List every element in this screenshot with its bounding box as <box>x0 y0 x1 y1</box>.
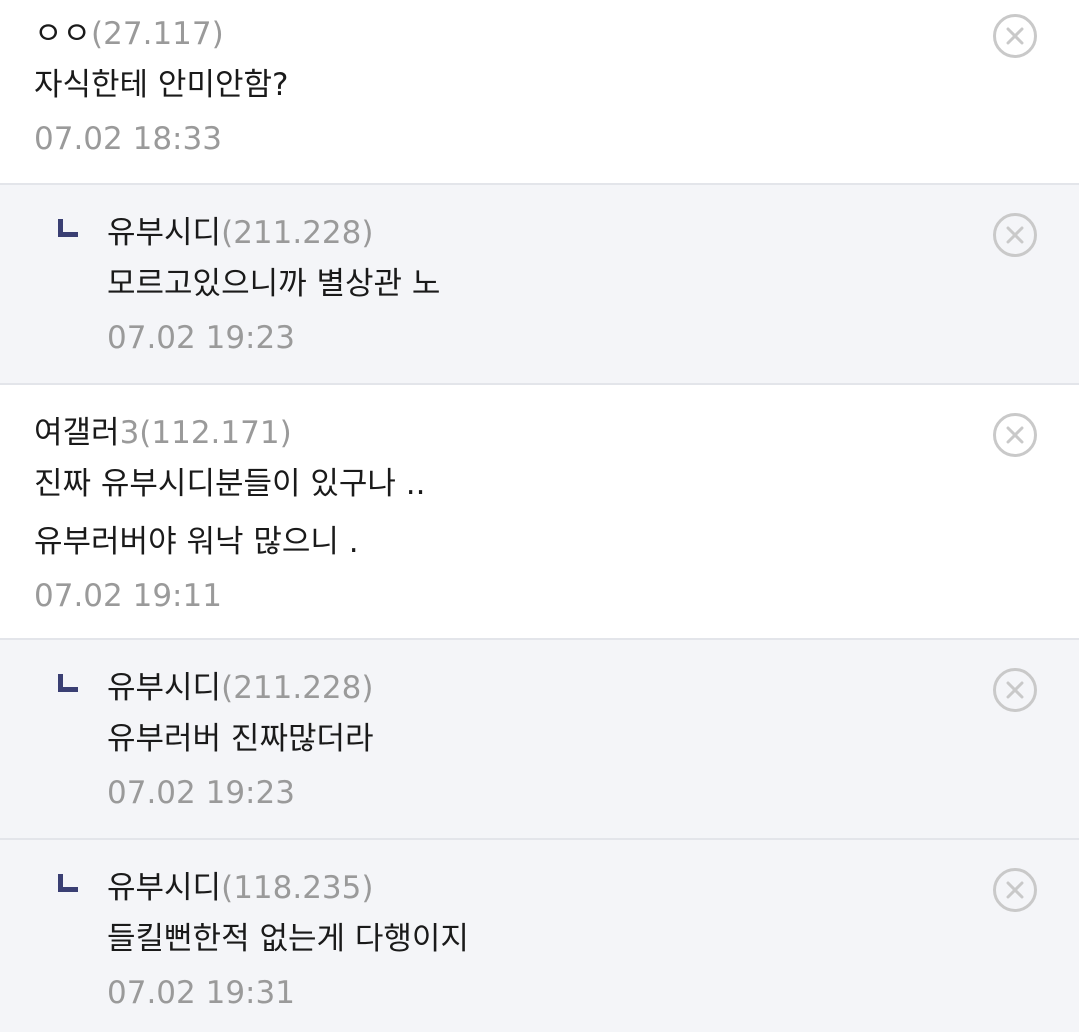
comment-text: 진짜 유부시디분들이 있구나 .. <box>34 466 426 502</box>
reply-arrow-icon <box>58 674 78 692</box>
comment-author: 여갤러3(112.171) <box>34 411 969 455</box>
author-ip: (27.117) <box>91 16 224 52</box>
delete-comment-button[interactable] <box>993 14 1037 58</box>
reply-arrow-icon <box>58 874 78 892</box>
delete-comment-button[interactable] <box>993 213 1037 257</box>
comment-body: 유부시디(211.228) 모르고있으니까 별상관 노 07.02 19:23 <box>107 211 969 363</box>
author-ip: (112.171) <box>139 415 292 451</box>
comment-timestamp: 07.02 19:23 <box>107 775 295 811</box>
comment-text: 자식한테 안미안함? <box>34 67 289 103</box>
comment-author: ㅇㅇ(27.117) <box>34 12 969 56</box>
comment-author: 유부시디(211.228) <box>107 666 969 710</box>
author-nickname[interactable]: ㅇㅇ <box>34 16 91 52</box>
comment-author: 유부시디(118.235) <box>107 866 969 910</box>
author-nickname[interactable]: 여갤러 <box>34 415 120 451</box>
author-nickname-suffix: 3 <box>119 415 140 451</box>
comment-text: 모르고있으니까 별상관 노 <box>107 266 441 302</box>
comment-list: ㅇㅇ(27.117) 자식한테 안미안함? 07.02 18:33 유부시디(2… <box>0 0 1079 1032</box>
reply-arrow-icon <box>58 219 78 237</box>
comment-text: 유부러버야 워낙 많으니 . <box>34 524 359 560</box>
author-ip: (211.228) <box>221 215 374 251</box>
close-circle-icon <box>1006 881 1024 899</box>
delete-comment-button[interactable] <box>993 413 1037 457</box>
close-circle-icon <box>1006 226 1024 244</box>
comment-body: 유부시디(118.235) 들킬뻔한적 없는게 다행이지 07.02 19:31 <box>107 866 969 1018</box>
comment-timestamp: 07.02 19:31 <box>107 975 295 1011</box>
author-ip: (118.235) <box>221 870 374 906</box>
reply-comment: 유부시디(211.228) 모르고있으니까 별상관 노 07.02 19:23 <box>0 185 1079 385</box>
comment: ㅇㅇ(27.117) 자식한테 안미안함? 07.02 18:33 <box>0 0 1079 185</box>
comment-text: 유부러버 진짜많더라 <box>107 721 374 757</box>
author-ip: (211.228) <box>221 670 374 706</box>
comment-body: 유부시디(211.228) 유부러버 진짜많더라 07.02 19:23 <box>107 666 969 818</box>
comment-timestamp: 07.02 18:33 <box>34 121 222 157</box>
comment-timestamp: 07.02 19:23 <box>107 320 295 356</box>
author-nickname[interactable]: 유부시디 <box>107 870 221 906</box>
comment-timestamp: 07.02 19:11 <box>34 578 222 614</box>
reply-comment: 유부시디(118.235) 들킬뻔한적 없는게 다행이지 07.02 19:31 <box>0 840 1079 1032</box>
reply-comment: 유부시디(211.228) 유부러버 진짜많더라 07.02 19:23 <box>0 640 1079 840</box>
close-circle-icon <box>1006 27 1024 45</box>
comment-body: ㅇㅇ(27.117) 자식한테 안미안함? 07.02 18:33 <box>34 12 969 164</box>
delete-comment-button[interactable] <box>993 668 1037 712</box>
close-circle-icon <box>1006 681 1024 699</box>
comment-text: 들킬뻔한적 없는게 다행이지 <box>107 921 469 957</box>
delete-comment-button[interactable] <box>993 868 1037 912</box>
author-nickname[interactable]: 유부시디 <box>107 215 221 251</box>
author-nickname[interactable]: 유부시디 <box>107 670 221 706</box>
comment-body: 여갤러3(112.171) 진짜 유부시디분들이 있구나 .. 유부러버야 워낙… <box>34 411 969 621</box>
close-circle-icon <box>1006 426 1024 444</box>
comment-author: 유부시디(211.228) <box>107 211 969 255</box>
comment: 여갤러3(112.171) 진짜 유부시디분들이 있구나 .. 유부러버야 워낙… <box>0 385 1079 640</box>
